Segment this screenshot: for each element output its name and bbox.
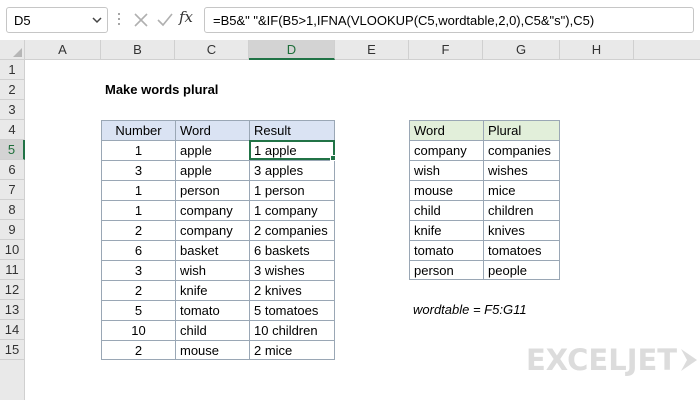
column-header-g[interactable]: G: [483, 40, 560, 60]
result-cell[interactable]: 5 tomatoes: [249, 300, 335, 320]
formula-text: =B5&" "&IF(B5>1,IFNA(VLOOKUP(C5,wordtabl…: [213, 13, 595, 28]
result-cell[interactable]: 3 apples: [249, 160, 335, 180]
row-header-8[interactable]: 8: [0, 200, 25, 220]
grip-icon: [118, 13, 121, 27]
row-header-5[interactable]: 5: [0, 140, 25, 160]
row-header-14[interactable]: 14: [0, 320, 25, 340]
column-header-f[interactable]: F: [409, 40, 483, 60]
formula-input[interactable]: =B5&" "&IF(B5>1,IFNA(VLOOKUP(C5,wordtabl…: [204, 7, 694, 33]
word-cell[interactable]: wish: [175, 260, 249, 280]
number-cell[interactable]: 2: [101, 220, 175, 240]
result-cell[interactable]: 1 company: [249, 200, 335, 220]
lookup-word-cell[interactable]: wish: [409, 160, 483, 180]
fill-handle[interactable]: [330, 155, 336, 161]
logo-mark-icon: [681, 349, 697, 371]
column-header-d[interactable]: D: [249, 40, 335, 60]
number-cell[interactable]: 5: [101, 300, 175, 320]
row-header-3[interactable]: 3: [0, 100, 25, 120]
lookup-plural-cell[interactable]: mice: [483, 180, 560, 200]
result-cell[interactable]: 2 knives: [249, 280, 335, 300]
select-all-button[interactable]: [0, 40, 25, 60]
header-word[interactable]: Word: [175, 120, 249, 140]
lookup-plural-cell[interactable]: companies: [483, 140, 560, 160]
row-header-15[interactable]: 15: [0, 340, 25, 360]
name-box-value: D5: [14, 13, 31, 28]
column-header-c[interactable]: C: [175, 40, 249, 60]
row-header-12[interactable]: 12: [0, 280, 25, 300]
number-cell[interactable]: 2: [101, 280, 175, 300]
row-header-6[interactable]: 6: [0, 160, 25, 180]
column-header-empty: [634, 40, 700, 60]
lookup-word-cell[interactable]: person: [409, 260, 483, 280]
column-header-h[interactable]: H: [560, 40, 634, 60]
number-cell[interactable]: 6: [101, 240, 175, 260]
logo-text: EXCELJET: [526, 343, 678, 377]
word-cell[interactable]: child: [175, 320, 249, 340]
result-cell[interactable]: 2 mice: [249, 340, 335, 360]
lookup-header-plural[interactable]: Plural: [483, 120, 560, 140]
number-cell[interactable]: 1: [101, 140, 175, 160]
row-header-11[interactable]: 11: [0, 260, 25, 280]
lookup-plural-cell[interactable]: people: [483, 260, 560, 280]
word-cell[interactable]: company: [175, 200, 249, 220]
lookup-plural-cell[interactable]: children: [483, 200, 560, 220]
row-header-10[interactable]: 10: [0, 240, 25, 260]
lookup-word-cell[interactable]: company: [409, 140, 483, 160]
formula-bar: D5 fx =B5&" "&IF(B5>1,IFNA(VLOOKUP(C5,wo…: [0, 0, 700, 44]
row-header-2[interactable]: 2: [0, 80, 25, 100]
header-number[interactable]: Number: [101, 120, 175, 140]
result-cell[interactable]: 6 baskets: [249, 240, 335, 260]
lookup-plural-cell[interactable]: tomatoes: [483, 240, 560, 260]
row-header-7[interactable]: 7: [0, 180, 25, 200]
column-header-e[interactable]: E: [335, 40, 409, 60]
lookup-plural-cell[interactable]: wishes: [483, 160, 560, 180]
number-cell[interactable]: 1: [101, 200, 175, 220]
result-cell[interactable]: 10 children: [249, 320, 335, 340]
result-cell[interactable]: 1 person: [249, 180, 335, 200]
column-header-a[interactable]: A: [25, 40, 101, 60]
insert-function-button[interactable]: fx: [179, 8, 193, 26]
word-cell[interactable]: mouse: [175, 340, 249, 360]
lookup-word-cell[interactable]: mouse: [409, 180, 483, 200]
chevron-down-icon[interactable]: [91, 14, 103, 26]
number-cell[interactable]: 3: [101, 260, 175, 280]
row-header-empty: [0, 360, 25, 400]
row-header-9[interactable]: 9: [0, 220, 25, 240]
lookup-word-cell[interactable]: tomato: [409, 240, 483, 260]
word-cell[interactable]: apple: [175, 160, 249, 180]
word-cell[interactable]: tomato: [175, 300, 249, 320]
lookup-word-cell[interactable]: knife: [409, 220, 483, 240]
number-cell[interactable]: 2: [101, 340, 175, 360]
named-range-note[interactable]: wordtable = F5:G11: [409, 300, 609, 320]
result-cell[interactable]: 2 companies: [249, 220, 335, 240]
lookup-header-word[interactable]: Word: [409, 120, 483, 140]
number-cell[interactable]: 10: [101, 320, 175, 340]
lookup-plural-cell[interactable]: knives: [483, 220, 560, 240]
name-box[interactable]: D5: [6, 7, 108, 33]
word-cell[interactable]: apple: [175, 140, 249, 160]
number-cell[interactable]: 3: [101, 160, 175, 180]
word-cell[interactable]: basket: [175, 240, 249, 260]
result-cell-active[interactable]: 1 apple: [249, 140, 335, 160]
result-cell[interactable]: 3 wishes: [249, 260, 335, 280]
word-cell[interactable]: company: [175, 220, 249, 240]
sheet-title[interactable]: Make words plural: [101, 80, 301, 100]
confirm-icon[interactable]: [154, 9, 176, 31]
column-header-b[interactable]: B: [101, 40, 175, 60]
row-header-1[interactable]: 1: [0, 60, 25, 80]
header-result[interactable]: Result: [249, 120, 335, 140]
number-cell[interactable]: 1: [101, 180, 175, 200]
lookup-word-cell[interactable]: child: [409, 200, 483, 220]
cancel-icon[interactable]: [130, 9, 152, 31]
row-header-4[interactable]: 4: [0, 120, 25, 140]
word-cell[interactable]: knife: [175, 280, 249, 300]
word-cell[interactable]: person: [175, 180, 249, 200]
row-header-13[interactable]: 13: [0, 300, 25, 320]
